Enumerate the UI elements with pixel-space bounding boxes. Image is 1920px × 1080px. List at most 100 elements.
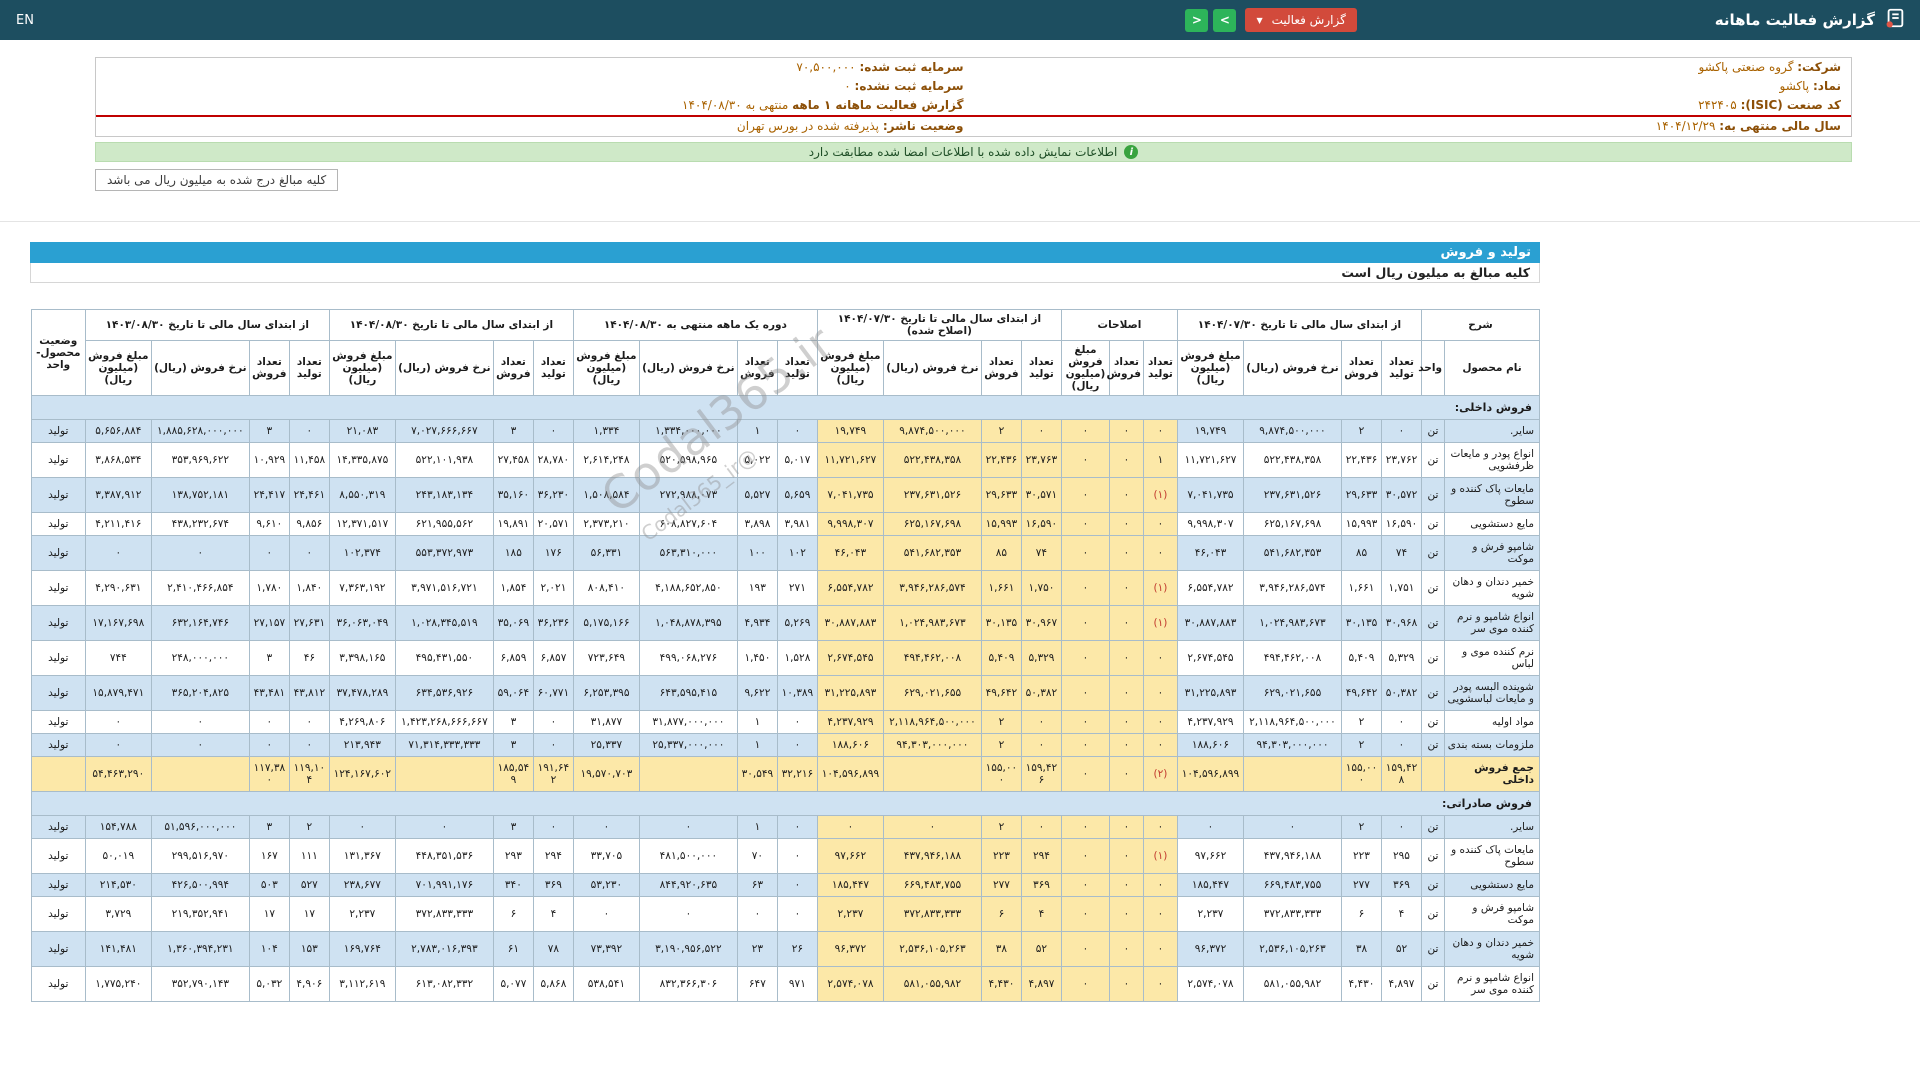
value-cell: ۹,۸۷۴,۵۰۰,۰۰۰ <box>1243 419 1342 443</box>
value-cell: ۵,۵۲۷ <box>736 477 778 513</box>
value-cell: ۱۷ <box>248 896 290 932</box>
value-cell: ۶۱۳,۰۸۲,۳۳۲ <box>394 966 494 1002</box>
value-cell: ۶۳ <box>736 873 778 897</box>
product-name: مایع دستشویی <box>1444 512 1540 536</box>
value-cell: ۰ <box>1108 570 1144 606</box>
value-cell: ۳ <box>492 815 534 839</box>
value-cell: ۵,۶۵۹ <box>776 477 818 513</box>
value-cell: ۵۴,۴۶۳,۲۹۰ <box>84 756 152 792</box>
status-cell: تولید <box>30 931 86 967</box>
value-cell: ۲,۵۷۴,۰۷۸ <box>1176 966 1245 1002</box>
period-group-header: از ابتدای سال مالی تا تاریخ ۱۴۰۳/۰۸/۳۰ <box>84 309 330 341</box>
value-cell: ۲۲,۴۳۶ <box>980 442 1022 478</box>
value-cell: ۲۲۳ <box>980 838 1022 874</box>
value-cell: ۴۶,۰۴۳ <box>1176 535 1245 571</box>
value-cell: ۲,۴۱۰,۴۶۶,۸۵۴ <box>150 570 250 606</box>
value-cell: ۱۱۱ <box>288 838 330 874</box>
value-cell: ۵۰,۳۸۲ <box>1381 675 1422 711</box>
value-cell: ۰ <box>1060 512 1110 536</box>
value-cell: ۴,۲۳۷,۹۲۹ <box>1176 710 1245 734</box>
value-cell: ۲۷,۱۵۷ <box>248 605 290 641</box>
value-cell: ۳۵,۰۶۹ <box>492 605 534 641</box>
value-cell: ۷۸ <box>532 931 574 967</box>
value-cell: ۰ <box>1108 966 1144 1002</box>
value-cell: ۰ <box>816 815 884 839</box>
value-cell: ۱۵۵,۰۰۰ <box>980 756 1022 792</box>
value-cell: ۲,۲۳۷ <box>816 896 884 932</box>
value-cell: ۱۰,۳۸۹ <box>776 675 818 711</box>
value-cell: ۳,۹۴۶,۲۸۶,۵۷۴ <box>1243 570 1342 606</box>
value-cell: ۱۸۵,۴۴۷ <box>1176 873 1245 897</box>
value-cell: ۰ <box>1020 419 1062 443</box>
value-cell: ۳۷۲,۸۳۳,۳۳۳ <box>394 896 494 932</box>
value-cell: ۳۰,۵۷۱ <box>1020 477 1062 513</box>
value-cell: ۱۹,۸۹۱ <box>492 512 534 536</box>
value-cell: ۲۹۳ <box>492 838 534 874</box>
value-cell: ۹,۸۵۶ <box>288 512 330 536</box>
value-cell: ۰ <box>1060 419 1110 443</box>
value-cell: ۱۱,۴۵۸ <box>288 442 330 478</box>
value-cell: ۵,۰۲۲ <box>736 442 778 478</box>
value-cell: ۰ <box>882 815 982 839</box>
value-cell: ۳۷,۴۷۸,۲۸۹ <box>328 675 396 711</box>
value-cell: ۱۷۶ <box>532 535 574 571</box>
value-cell: ۷,۰۴۱,۷۳۵ <box>816 477 884 513</box>
value-cell: ۰ <box>532 710 574 734</box>
value-cell: ۶۰۸,۸۲۷,۶۰۴ <box>638 512 738 536</box>
value-cell: ۳ <box>248 640 290 676</box>
value-cell: ۱۶۷ <box>248 838 290 874</box>
value-cell: ۳۰,۱۳۵ <box>1341 605 1382 641</box>
value-cell: ۰ <box>1142 896 1178 932</box>
value-cell: ۱ <box>736 733 778 757</box>
value-cell: ۲,۶۷۴,۵۴۵ <box>816 640 884 676</box>
value-cell: ۵۰,۰۱۹ <box>84 838 152 874</box>
value-cell: ۳,۷۲۹ <box>84 896 152 932</box>
value-cell: ۱۵۹,۴۲۶ <box>1020 756 1062 792</box>
value-cell: ۲,۱۱۸,۹۶۴,۵۰۰,۰۰۰ <box>882 710 982 734</box>
value-cell: ۴۹۴,۴۶۲,۰۰۸ <box>882 640 982 676</box>
value-cell: ۰ <box>1108 873 1144 897</box>
value-cell: ۴,۲۶۹,۸۰۶ <box>328 710 396 734</box>
value-cell: ۱,۰۲۸,۳۴۵,۵۱۹ <box>394 605 494 641</box>
value-cell: ۱۵,۹۹۳ <box>1341 512 1382 536</box>
value-cell: ۰ <box>638 815 738 839</box>
value-cell: ۰ <box>1108 512 1144 536</box>
value-cell: ۵,۱۷۵,۱۶۶ <box>572 605 640 641</box>
next-period-button[interactable]: > <box>1185 8 1209 32</box>
value-cell: ۱۰,۹۲۹ <box>248 442 290 478</box>
value-cell: ۳۰,۸۸۷,۸۸۳ <box>816 605 884 641</box>
sub-column-header: تعداد فروش <box>1341 340 1382 396</box>
value-cell: ۳,۸۹۸ <box>736 512 778 536</box>
value-cell: ۰ <box>1108 838 1144 874</box>
value-cell: ۲۳,۷۶۲ <box>1381 442 1422 478</box>
value-cell: ۴۹۴,۴۶۲,۰۰۸ <box>1243 640 1342 676</box>
sub-column-header: تعداد فروش <box>248 340 290 396</box>
value-cell: ۲۴,۴۶۱ <box>288 477 330 513</box>
value-cell: ۱۵۳ <box>288 931 330 967</box>
value-cell: ۳۱,۲۲۵,۸۹۳ <box>816 675 884 711</box>
table-row: ملزومات بسته بندی تن ۰ ۲ ۹۴,۳۰۳,۰۰۰,۰۰۰ ۱۸۸,۶… <box>30 733 1540 757</box>
value-cell: ۲۷۱ <box>776 570 818 606</box>
value-cell: ۲۹,۶۳۳ <box>980 477 1022 513</box>
status-cell: تولید <box>30 512 86 536</box>
unit-cell: تن <box>1421 733 1445 757</box>
language-toggle[interactable]: EN <box>0 13 50 28</box>
status-cell: تولید <box>30 535 86 571</box>
value-cell: ۰ <box>84 710 152 734</box>
value-cell: ۶ <box>492 896 534 932</box>
value-cell: ۲ <box>980 733 1022 757</box>
previous-period-button[interactable]: < <box>1213 8 1237 32</box>
value-cell: ۱,۵۲۸ <box>776 640 818 676</box>
value-cell: ۱۶,۵۹۰ <box>1020 512 1062 536</box>
unit-cell: تن <box>1421 838 1445 874</box>
report-type-dropdown[interactable]: گزارش فعالیت ▼ <box>1245 8 1357 32</box>
product-name: شامپو فرش و موکت <box>1444 535 1540 571</box>
value-cell: ۰ <box>532 733 574 757</box>
value-cell: ۰ <box>1142 873 1178 897</box>
value-cell: ۲۷۷ <box>980 873 1022 897</box>
value-cell: ۲۳۷,۶۳۱,۵۲۶ <box>882 477 982 513</box>
unit-cell <box>1421 756 1445 792</box>
value-cell: ۵۲ <box>1381 931 1422 967</box>
value-cell: ۳۵۲,۷۹۰,۱۴۳ <box>150 966 250 1002</box>
status-cell: تولید <box>30 605 86 641</box>
